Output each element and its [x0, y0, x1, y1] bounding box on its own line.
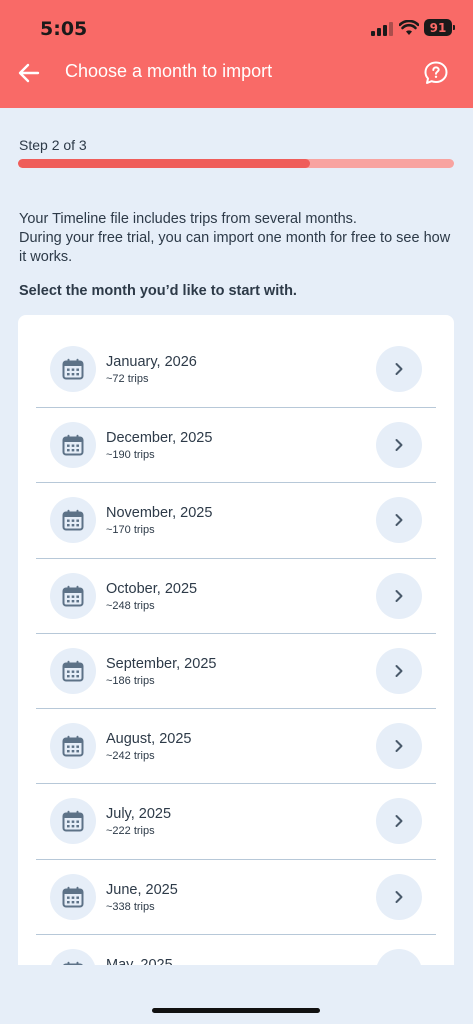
- month-select-button[interactable]: [376, 723, 422, 770]
- intro-text: Your Timeline file includes trips from s…: [19, 210, 459, 267]
- calendar-icon: [62, 735, 84, 757]
- select-month-prompt: Select the month you’d like to start wit…: [19, 283, 297, 299]
- calendar-icon-badge: [50, 873, 96, 920]
- month-text: November, 2025 ~170 trips: [106, 505, 212, 536]
- calendar-icon: [62, 358, 84, 380]
- calendar-icon: [62, 660, 84, 682]
- month-name: May, 2025: [106, 957, 173, 965]
- month-list-item[interactable]: October, 2025 ~248 trips: [36, 559, 436, 634]
- month-name: November, 2025: [106, 505, 213, 522]
- month-trip-count: ~248 trips: [106, 599, 155, 612]
- calendar-icon-badge: [50, 422, 96, 468]
- calendar-icon-badge: [50, 723, 96, 770]
- month-trip-count: ~190 trips: [106, 449, 155, 461]
- calendar-icon-badge: [50, 346, 96, 392]
- step-label: Step 2 of 3: [19, 137, 87, 153]
- month-select-button[interactable]: [376, 497, 422, 544]
- month-trip-count: ~222 trips: [106, 825, 155, 838]
- month-list-item[interactable]: June, 2025 ~338 trips: [36, 860, 436, 936]
- month-select-button[interactable]: [376, 798, 422, 845]
- month-text: July, 2025 ~222 trips: [106, 806, 171, 837]
- chevron-right-icon: [395, 589, 403, 602]
- calendar-icon: [62, 434, 84, 456]
- status-time: 5:05: [40, 18, 88, 40]
- month-select-button[interactable]: [376, 647, 422, 694]
- month-trip-count: ~170 trips: [106, 524, 155, 537]
- month-text: October, 2025 ~248 trips: [106, 581, 197, 612]
- chevron-right-icon: [395, 363, 403, 375]
- month-name: June, 2025: [106, 881, 178, 898]
- step-progress-bar: [18, 159, 454, 168]
- intro-line-1: Your Timeline file includes trips from s…: [19, 211, 357, 227]
- month-name: September, 2025: [106, 655, 217, 672]
- month-name: October, 2025: [106, 580, 198, 597]
- month-text: January, 2026 ~72 trips: [106, 354, 197, 385]
- intro-line-2: During your free trial, you can import o…: [19, 230, 451, 265]
- chevron-right-icon: [395, 740, 403, 753]
- month-list-item[interactable]: January, 2026 ~72 trips: [36, 315, 436, 408]
- chevron-right-icon: [395, 890, 403, 903]
- month-select-button[interactable]: [376, 422, 422, 468]
- month-text: May, 2025: [106, 957, 173, 965]
- calendar-icon: [62, 510, 84, 531]
- battery-level: 91: [429, 20, 447, 35]
- arrow-left-icon[interactable]: [16, 60, 42, 86]
- calendar-icon-badge: [50, 647, 96, 694]
- wifi-icon: [399, 20, 419, 35]
- chevron-right-icon: [395, 815, 403, 828]
- month-select-button[interactable]: [376, 572, 422, 619]
- battery-icon: 91: [424, 19, 455, 36]
- page-title: Choose a month to import: [65, 61, 273, 81]
- calendar-icon-badge: [50, 798, 96, 845]
- calendar-icon-badge: [50, 497, 96, 544]
- month-name: July, 2025: [106, 806, 172, 823]
- calendar-icon-badge: [50, 949, 96, 965]
- month-text: September, 2025 ~186 trips: [106, 656, 216, 687]
- month-trip-count: ~242 trips: [106, 750, 155, 763]
- chevron-right-icon: [395, 439, 403, 451]
- calendar-icon: [62, 886, 84, 908]
- month-name: August, 2025: [106, 731, 192, 748]
- month-list[interactable]: January, 2026 ~72 trips December, 2025 ~…: [18, 315, 454, 965]
- chevron-right-icon: [395, 514, 403, 527]
- step-progress-fill: [18, 159, 311, 168]
- month-list-card: January, 2026 ~72 trips December, 2025 ~…: [18, 315, 454, 965]
- calendar-icon: [62, 585, 84, 607]
- calendar-icon: [63, 961, 83, 965]
- calendar-icon: [62, 811, 84, 832]
- month-trip-count: ~72 trips: [106, 373, 149, 385]
- month-text: August, 2025 ~242 trips: [106, 731, 191, 762]
- status-bar: 5:05 91: [0, 0, 473, 52]
- month-trip-count: ~186 trips: [106, 674, 155, 687]
- month-text: December, 2025 ~190 trips: [106, 430, 212, 461]
- month-list-item[interactable]: September, 2025 ~186 trips: [36, 634, 436, 710]
- cellular-signal-icon: [371, 22, 393, 36]
- month-text: June, 2025 ~338 trips: [106, 882, 178, 913]
- month-list-item[interactable]: December, 2025 ~190 trips: [36, 408, 436, 484]
- month-name: January, 2026: [106, 354, 197, 370]
- home-indicator[interactable]: [152, 1008, 320, 1013]
- month-trip-count: ~338 trips: [106, 900, 155, 913]
- month-list-item[interactable]: August, 2025 ~242 trips: [36, 709, 436, 785]
- app-header: 5:05 91 Choose a month to import: [0, 0, 473, 108]
- month-select-button[interactable]: [376, 873, 422, 920]
- month-select-button[interactable]: [376, 949, 422, 965]
- chevron-right-icon: [395, 664, 403, 677]
- calendar-icon-badge: [50, 572, 96, 619]
- month-list-item[interactable]: November, 2025 ~170 trips: [36, 483, 436, 559]
- month-list-item[interactable]: July, 2025 ~222 trips: [36, 784, 436, 860]
- month-select-button[interactable]: [376, 346, 422, 392]
- help-chat-icon[interactable]: [423, 60, 449, 86]
- month-name: December, 2025: [106, 430, 213, 446]
- month-list-item[interactable]: May, 2025: [36, 935, 436, 965]
